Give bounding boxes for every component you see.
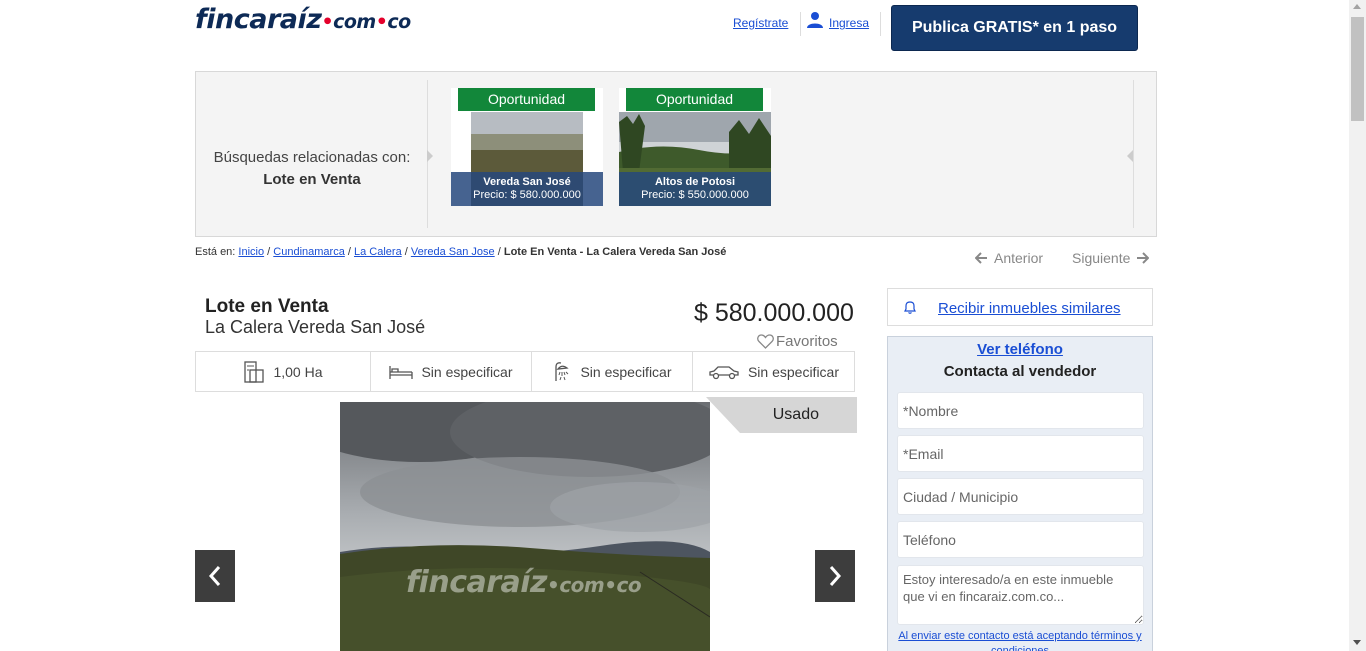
next-link[interactable]: Siguiente: [1072, 250, 1150, 266]
name-field[interactable]: [897, 392, 1144, 429]
related-card-price: Precio: $ 580.000.000: [473, 189, 581, 201]
contact-form: Ver teléfono Contacta al vendedor Al env…: [887, 336, 1153, 651]
phone-field[interactable]: [897, 521, 1144, 558]
related-searches-label: Búsquedas relacionadas con: Lote en Vent…: [196, 147, 428, 191]
favorites-label: Favoritos: [776, 333, 838, 350]
listing-title: Lote en Venta: [205, 296, 329, 317]
breadcrumb-link-city[interactable]: La Calera: [354, 246, 402, 258]
condition-label: Usado: [772, 406, 819, 423]
publish-free-button[interactable]: Publica GRATIS* en 1 paso: [891, 5, 1138, 51]
feature-parking: Sin especificar: [693, 352, 854, 391]
feature-bathrooms: Sin especificar: [532, 352, 693, 391]
heart-icon: [757, 334, 774, 349]
related-searches-term: Lote en Venta: [263, 171, 361, 188]
previous-label: Anterior: [994, 250, 1044, 266]
carousel-divider: [1133, 80, 1134, 228]
bed-icon: [389, 365, 414, 379]
area-icon: [244, 360, 265, 383]
breadcrumb-link-department[interactable]: Cundinamarca: [273, 246, 345, 258]
feature-bedrooms: Sin especificar: [371, 352, 532, 391]
site-logo[interactable]: fincaraíz•com•co: [195, 4, 411, 35]
feature-area: 1,00 Ha: [196, 352, 371, 391]
related-card[interactable]: Oportunidad Vereda San José Precio: $ 58…: [451, 88, 603, 206]
shower-icon: [555, 361, 570, 381]
user-icon[interactable]: [806, 11, 824, 29]
breadcrumb-link-zone[interactable]: Vereda San Jose: [411, 246, 495, 258]
breadcrumb-current: Lote En Venta - La Calera Vereda San Jos…: [503, 246, 727, 258]
message-field[interactable]: [897, 565, 1144, 625]
terms-link[interactable]: Al enviar este contacto está aceptando t…: [888, 629, 1152, 651]
page-scrollbar[interactable]: [1349, 0, 1366, 651]
features-bar: 1,00 Ha Sin especificar Sin especificar …: [195, 351, 855, 392]
opportunity-badge: Oportunidad: [626, 88, 763, 111]
related-searches-heading: Búsquedas relacionadas con:: [213, 149, 411, 166]
header-divider: [800, 12, 801, 36]
view-phone-link[interactable]: Ver teléfono: [888, 341, 1152, 358]
similar-listings-alert[interactable]: Recibir inmuebles similares: [887, 288, 1153, 326]
related-card-title: Vereda San José: [483, 176, 571, 188]
previous-link[interactable]: Anterior: [975, 250, 1043, 266]
next-label: Siguiente: [1072, 250, 1131, 266]
city-field[interactable]: [897, 478, 1144, 515]
breadcrumb-link-inicio[interactable]: Inicio: [238, 246, 264, 258]
photo-watermark: fincaraíz•com•co: [406, 565, 642, 600]
scroll-thumb[interactable]: [1351, 17, 1364, 121]
feature-bedrooms-value: Sin especificar: [421, 363, 513, 380]
related-card-caption: Vereda San José Precio: $ 580.000.000: [451, 172, 603, 206]
scroll-up-icon[interactable]: [1353, 4, 1361, 9]
chevron-left-icon: [208, 566, 221, 586]
feature-area-value: 1,00 Ha: [273, 363, 323, 380]
opportunity-badge: Oportunidad: [458, 88, 595, 111]
related-card-title: Altos de Potosi: [654, 176, 736, 188]
header-divider: [880, 12, 881, 36]
listing-price: $ 580.000.000: [694, 299, 854, 327]
bell-icon: [904, 301, 916, 314]
related-card-price: Precio: $ 550.000.000: [641, 189, 749, 201]
arrow-right-icon: [1137, 252, 1150, 264]
related-searches-panel: Búsquedas relacionadas con: Lote en Vent…: [195, 71, 1157, 237]
listing-location: La Calera Vereda San José: [205, 317, 426, 337]
contact-heading: Contacta al vendedor: [943, 363, 1097, 380]
feature-bathrooms-value: Sin especificar: [580, 363, 672, 380]
page: fincaraíz•com•co Regístrate Ingresa Publ…: [0, 0, 1366, 651]
similar-listings-link[interactable]: Recibir inmuebles similares: [938, 300, 1121, 317]
email-field[interactable]: [897, 435, 1144, 472]
photo-landscape: [340, 402, 710, 651]
car-icon: [709, 365, 739, 379]
gallery-prev-button[interactable]: [195, 550, 235, 602]
scroll-down-icon[interactable]: [1353, 640, 1361, 645]
listing-main-photo[interactable]: fincaraíz•com•co: [340, 402, 710, 651]
condition-ribbon: Usado: [706, 397, 857, 433]
gallery-next-button[interactable]: [815, 550, 855, 602]
login-link[interactable]: Ingresa: [829, 16, 869, 30]
arrow-left-icon: [975, 252, 987, 264]
breadcrumb: Está en: Inicio / Cundinamarca / La Cale…: [195, 246, 727, 258]
feature-parking-value: Sin especificar: [747, 363, 840, 380]
register-link[interactable]: Regístrate: [733, 16, 788, 30]
favorites-button[interactable]: Favoritos: [757, 333, 838, 350]
breadcrumb-prefix: Está en:: [195, 246, 236, 258]
related-card[interactable]: Oportunidad Altos de Potosi Precio: $ 55…: [619, 88, 771, 206]
carousel-prev-icon[interactable]: [427, 150, 433, 162]
related-card-caption: Altos de Potosi Precio: $ 550.000.000: [619, 172, 771, 206]
chevron-right-icon: [829, 566, 842, 586]
